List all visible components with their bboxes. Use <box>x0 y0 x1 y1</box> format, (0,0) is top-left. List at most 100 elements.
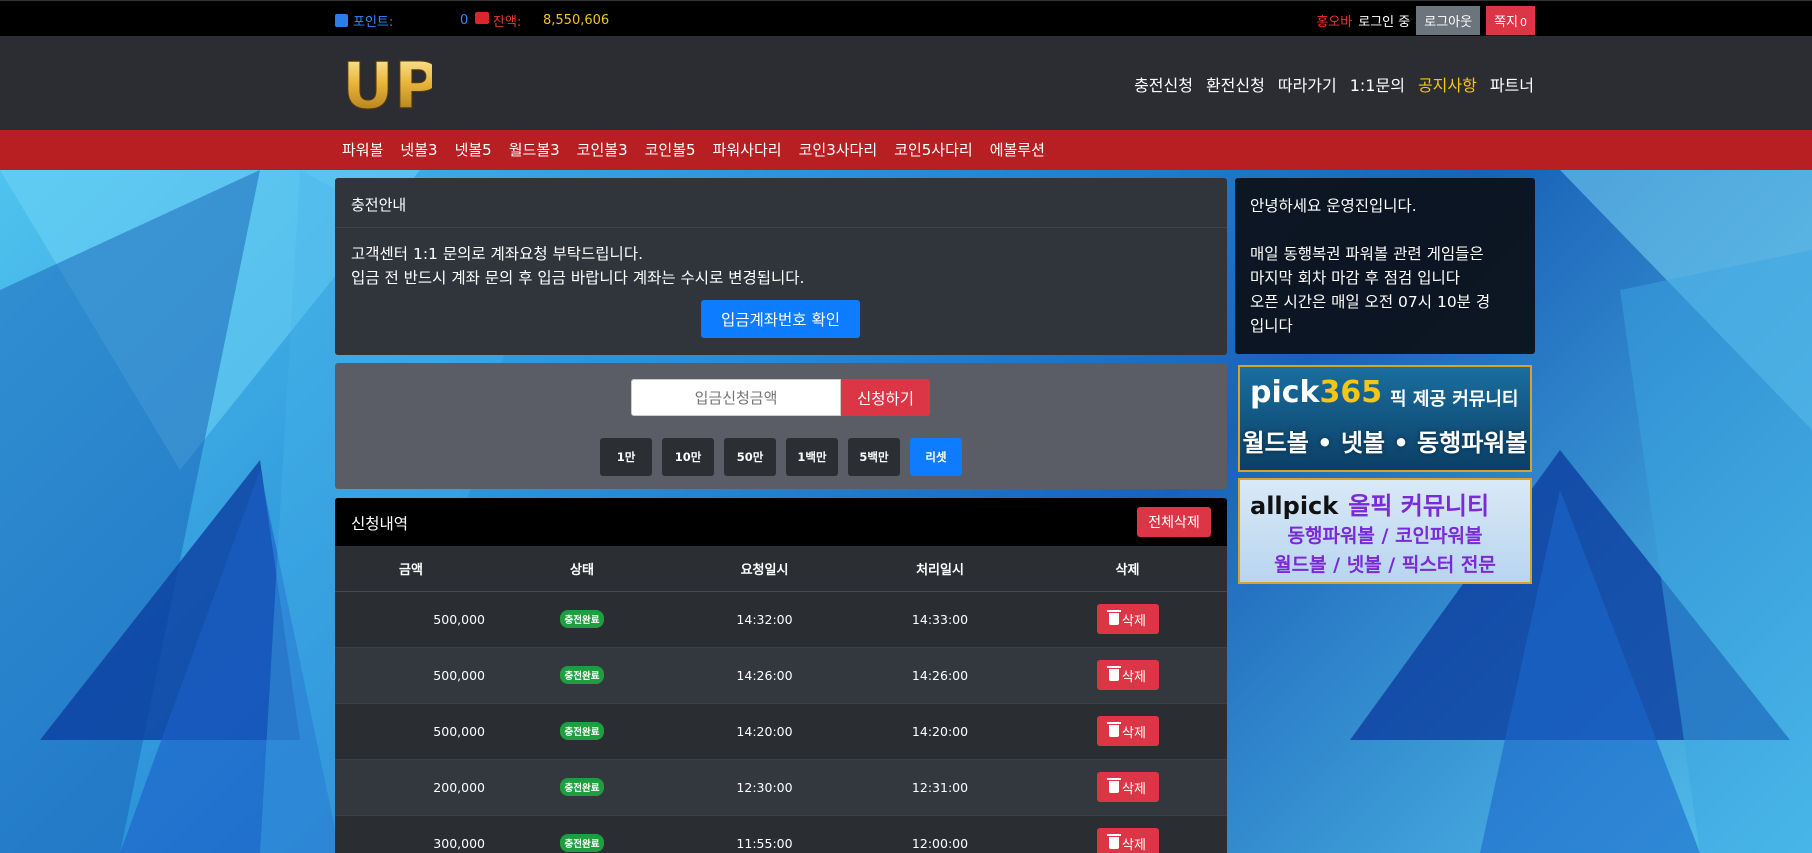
row-amount: 500,000 <box>335 647 487 704</box>
apply-button[interactable]: 신청하기 <box>841 379 930 416</box>
table-row: 500,000 충전완료 14:26:00 14:26:00 삭제 <box>335 647 1227 704</box>
point-icon <box>335 14 348 27</box>
notice-line-2: 마지막 회차 마감 후 점검 입니다 <box>1250 269 1461 287</box>
game-coinball5[interactable]: 코인볼5 <box>645 139 696 160</box>
chip-reset[interactable]: 리셋 <box>910 438 962 476</box>
operator-notice: 안녕하세요 운영진입니다. 매일 동행복권 파워볼 관련 게임들은 마지막 회차… <box>1235 178 1535 354</box>
col-status: 상태 <box>487 546 677 592</box>
row-amount: 500,000 <box>335 703 487 760</box>
row-delete-button[interactable]: 삭제 <box>1096 716 1159 746</box>
allpick-brand-name: allpick <box>1250 492 1339 520</box>
memo-count: 0 <box>1520 16 1527 29</box>
amount-input[interactable] <box>631 379 841 416</box>
point-value: 0 <box>460 13 469 28</box>
row-delete-label: 삭제 <box>1122 725 1146 741</box>
notice-greeting: 안녕하세요 운영진입니다. <box>1250 197 1417 215</box>
balance-label: 잔액: <box>493 15 522 30</box>
table-row: 300,000 충전완료 11:55:00 12:00:00 삭제 <box>335 815 1227 853</box>
allpick-line-1: 동행파워볼 / 코인파워볼 <box>1287 525 1483 547</box>
account-check-button[interactable]: 입금계좌번호 확인 <box>701 300 860 338</box>
history-title: 신청내역 <box>351 515 409 533</box>
row-delete-button[interactable]: 삭제 <box>1096 772 1159 802</box>
row-requested: 14:32:00 <box>677 591 852 648</box>
pick365-banner[interactable]: pick365 픽 제공 커뮤니티 월드볼 • 넷볼 • 동행파워볼 <box>1238 365 1532 472</box>
nav-exchange[interactable]: 환전신청 <box>1206 72 1265 96</box>
row-delete-label: 삭제 <box>1122 837 1146 853</box>
guide-line-2: 입금 전 반드시 계좌 문의 후 입금 바랍니다 계좌는 수시로 변경됩니다. <box>351 269 805 287</box>
status-badge: 충전완료 <box>559 722 605 740</box>
row-processed: 12:00:00 <box>852 815 1028 853</box>
trash-icon <box>1107 834 1122 849</box>
chip-10k[interactable]: 1만 <box>600 438 652 476</box>
nav-charge[interactable]: 충전신청 <box>1134 72 1193 96</box>
nav-inquiry[interactable]: 1:1문의 <box>1350 72 1405 96</box>
allpick-banner[interactable]: allpick 올픽 커뮤니티 동행파워볼 / 코인파워볼 월드볼 / 넷볼 / … <box>1238 478 1532 584</box>
nav-partner[interactable]: 파트너 <box>1490 72 1534 96</box>
col-processed: 처리일시 <box>852 546 1028 592</box>
trash-icon <box>1107 778 1122 793</box>
pick365-brand-prefix: pick <box>1250 375 1320 410</box>
status-badge: 충전완료 <box>559 666 605 684</box>
delete-all-button[interactable]: 전체삭제 <box>1137 507 1211 537</box>
row-processed: 12:31:00 <box>852 759 1028 816</box>
row-delete-label: 삭제 <box>1122 669 1146 685</box>
row-requested: 12:30:00 <box>677 759 852 816</box>
game-coin3-ladder[interactable]: 코인3사다리 <box>799 139 878 160</box>
allpick-brand: allpick 올픽 커뮤니티 <box>1250 486 1489 521</box>
username: 홍오바 <box>1316 15 1353 30</box>
pick365-brand: pick365 <box>1250 375 1382 410</box>
row-delete-button[interactable]: 삭제 <box>1096 660 1159 690</box>
game-power-ladder[interactable]: 파워사다리 <box>713 139 782 160</box>
point-label: 포인트: <box>353 15 394 30</box>
memo-button[interactable]: 쪽지 0 <box>1486 6 1535 35</box>
row-requested: 11:55:00 <box>677 815 852 853</box>
row-processed: 14:20:00 <box>852 703 1028 760</box>
row-requested: 14:26:00 <box>677 647 852 704</box>
game-powerball[interactable]: 파워볼 <box>342 139 383 160</box>
game-coin5-ladder[interactable]: 코인5사다리 <box>894 139 973 160</box>
nav-follow[interactable]: 따라가기 <box>1278 72 1337 96</box>
user-session-area: 홍오바 로그인 중 로그아웃 쪽지 0 <box>1316 6 1535 35</box>
amount-chips: 1만 10만 50만 1백만 5백만 리셋 <box>600 438 962 476</box>
header: UP 충전신청 환전신청 따라가기 1:1문의 공지사항 파트너 <box>0 36 1812 130</box>
login-status: 로그인 중 <box>1358 15 1411 30</box>
up-logo[interactable]: UP <box>340 48 433 117</box>
game-worldball3[interactable]: 월드볼3 <box>509 139 560 160</box>
chip-100k[interactable]: 10만 <box>662 438 714 476</box>
charge-guide-title: 충전안내 <box>335 178 1227 228</box>
row-delete-button[interactable]: 삭제 <box>1096 604 1159 634</box>
game-coinball3[interactable]: 코인볼3 <box>577 139 628 160</box>
game-netball3[interactable]: 넷볼3 <box>400 139 437 160</box>
charge-guide-body: 고객센터 1:1 문의로 계좌요청 부탁드립니다. 입금 전 반드시 계좌 문의… <box>335 228 1227 304</box>
pick365-brand-number: 365 <box>1319 375 1383 410</box>
row-delete-button[interactable]: 삭제 <box>1096 828 1159 853</box>
charge-request-panel: 신청하기 1만 10만 50만 1백만 5백만 리셋 <box>335 363 1227 489</box>
chip-5m[interactable]: 5백만 <box>848 438 900 476</box>
request-history-panel: 신청내역 전체삭제 금액 상태 요청일시 처리일시 삭제 500,000 충전완… <box>335 498 1227 853</box>
row-amount: 500,000 <box>335 591 487 648</box>
row-processed: 14:33:00 <box>852 591 1028 648</box>
coins-icon <box>475 12 489 24</box>
memo-label: 쪽지 <box>1494 15 1518 30</box>
chip-500k[interactable]: 50만 <box>724 438 776 476</box>
pick365-tag: 픽 제공 커뮤니티 <box>1390 389 1519 410</box>
notice-line-3: 오픈 시간은 매일 오전 07시 10분 경 <box>1250 293 1491 311</box>
charge-guide-panel: 충전안내 고객센터 1:1 문의로 계좌요청 부탁드립니다. 입금 전 반드시 … <box>335 178 1227 355</box>
trash-icon <box>1107 610 1122 625</box>
col-delete: 삭제 <box>1028 546 1227 592</box>
game-evolution[interactable]: 에볼루션 <box>990 139 1045 160</box>
logout-button[interactable]: 로그아웃 <box>1416 6 1481 35</box>
trash-icon <box>1107 722 1122 737</box>
history-header: 신청내역 전체삭제 <box>335 498 1227 546</box>
game-netball5[interactable]: 넷볼5 <box>455 139 492 160</box>
row-delete-label: 삭제 <box>1122 781 1146 797</box>
main-nav: 충전신청 환전신청 따라가기 1:1문의 공지사항 파트너 <box>1134 72 1534 96</box>
history-table: 금액 상태 요청일시 처리일시 삭제 500,000 충전완료 14:32:00… <box>335 546 1227 853</box>
col-requested: 요청일시 <box>677 546 852 592</box>
chip-1m[interactable]: 1백만 <box>786 438 838 476</box>
row-amount: 200,000 <box>335 759 487 816</box>
nav-notice[interactable]: 공지사항 <box>1418 72 1477 96</box>
user-balance-area: 포인트: 0 잔액: 8,550,606 <box>335 11 609 30</box>
status-badge: 충전완료 <box>559 834 605 852</box>
history-header-row: 금액 상태 요청일시 처리일시 삭제 <box>335 546 1227 592</box>
